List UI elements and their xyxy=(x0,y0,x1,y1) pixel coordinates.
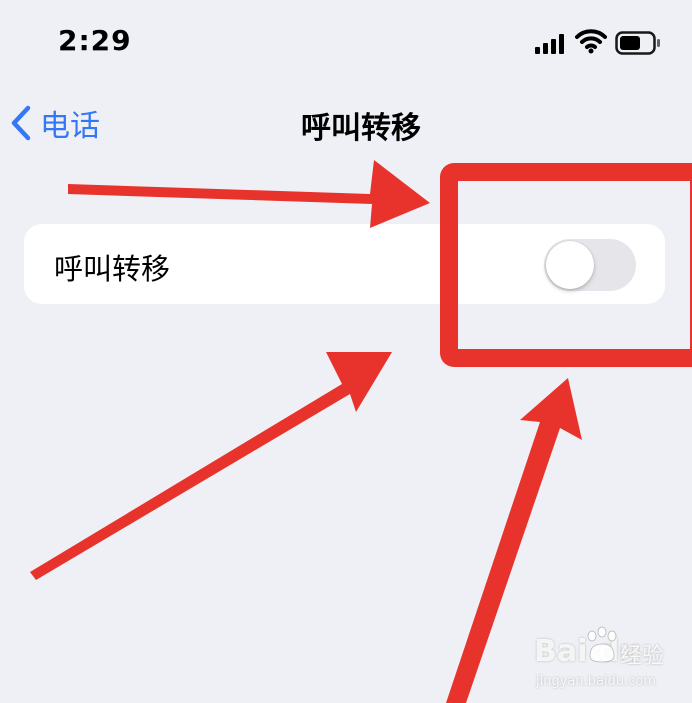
status-time: 2:29 xyxy=(58,24,132,57)
wifi-icon xyxy=(575,29,607,54)
page-title: 呼叫转移 xyxy=(301,111,421,146)
arrow-right xyxy=(68,160,430,228)
cellular-signal-icon xyxy=(535,34,564,54)
watermark: Bai du 经验 jingyan.baidu.com xyxy=(534,624,674,694)
navigation-bar: 电话 呼叫转移 xyxy=(0,95,692,155)
battery-icon xyxy=(615,31,660,55)
paw-icon xyxy=(587,626,617,663)
watermark-url: jingyan.baidu.com xyxy=(536,674,656,689)
arrow-up-right xyxy=(30,352,392,580)
setting-label: 呼叫转移 xyxy=(54,252,171,286)
watermark-cn: 经验 xyxy=(620,644,665,669)
status-bar: 2:29 xyxy=(0,0,692,80)
call-forwarding-toggle[interactable] xyxy=(544,239,636,291)
toggle-knob xyxy=(546,241,594,289)
